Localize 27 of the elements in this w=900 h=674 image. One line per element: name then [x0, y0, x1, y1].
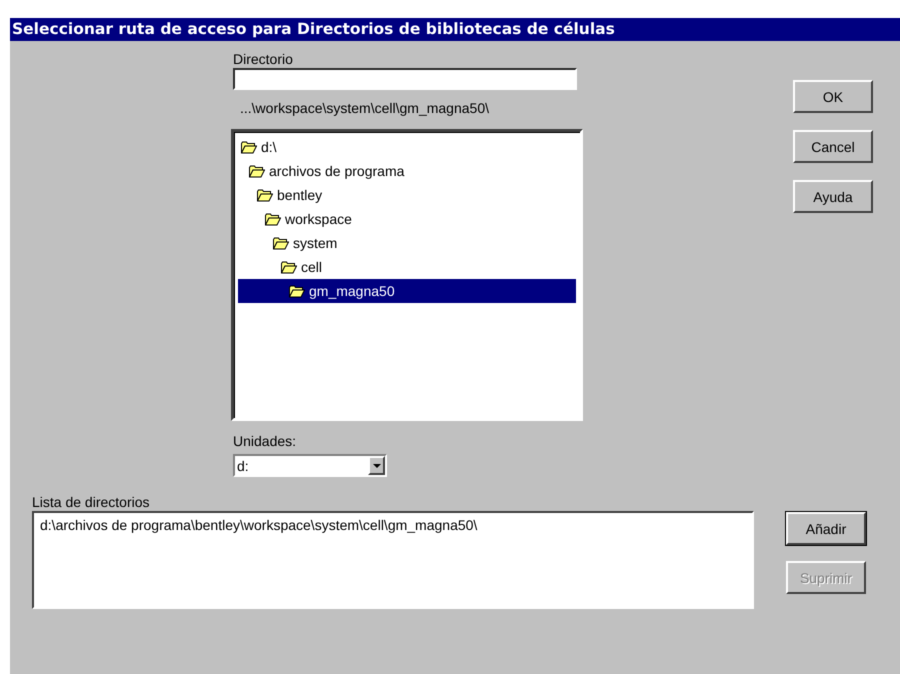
field-label: Lista de directorios [32, 494, 151, 511]
list-item[interactable]: d:\archivos de programa\bentley\workspace\system\cell\gm_magna50\ [40, 517, 746, 534]
field-label: Unidades: [233, 433, 296, 450]
tree-item[interactable]: bentley [238, 183, 576, 207]
folder-icon [273, 236, 289, 250]
folder-icon [281, 260, 297, 274]
folder-icon [241, 140, 257, 154]
current-path: ...\workspace\system\cell\gm_magna50\ [240, 100, 489, 117]
folder-icon [249, 164, 265, 178]
tree-item[interactable]: gm_magna50 [238, 279, 576, 303]
tree-item[interactable]: archivos de programa [238, 159, 576, 183]
folder-icon [257, 188, 273, 202]
tree-item[interactable]: cell [238, 255, 576, 279]
dialog-button[interactable]: OK [793, 80, 873, 113]
folder-icon [289, 284, 305, 298]
dialog-button[interactable]: Añadir [786, 512, 866, 545]
directory-field[interactable] [233, 68, 577, 90]
drive-dropdown[interactable]: d: [233, 454, 387, 477]
tree-item[interactable]: system [238, 231, 576, 255]
field-label: Directorio [233, 51, 293, 68]
directory-list[interactable]: d:\archivos de programa\bentley\workspace\system\cell\gm_magna50\ [32, 511, 754, 609]
tree-item[interactable]: d:\ [238, 135, 576, 159]
window-title: Seleccionar ruta de acceso para Directorios de bibliotecas de células [10, 18, 900, 41]
folder-icon [265, 212, 281, 226]
tree-item[interactable]: workspace [238, 207, 576, 231]
dialog-button[interactable]: Cancel [793, 130, 873, 163]
dialog-button[interactable]: Ayuda [793, 180, 873, 213]
